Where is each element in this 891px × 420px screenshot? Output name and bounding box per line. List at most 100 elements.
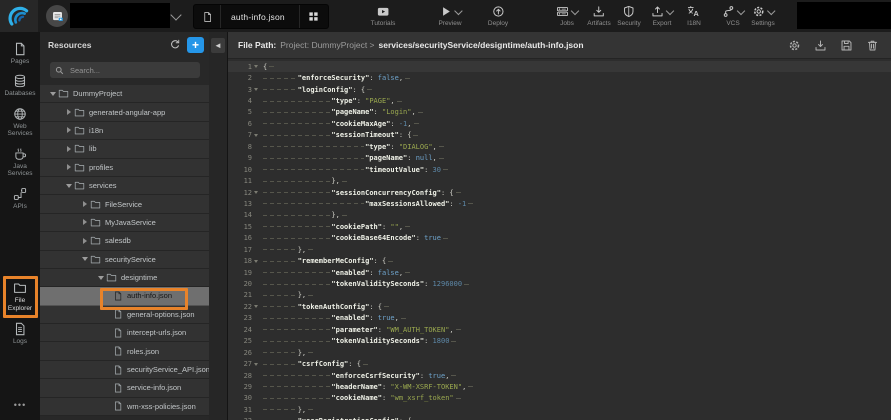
chevron-collapsed-icon[interactable]: [64, 127, 73, 133]
chevron-expanded-icon[interactable]: [96, 276, 105, 280]
line-number: 12: [228, 189, 260, 197]
tree-row-profiles[interactable]: profiles: [40, 159, 210, 177]
chevron-collapsed-icon[interactable]: [80, 238, 89, 244]
code-line: 2"enforceSecurity": false,: [228, 72, 891, 83]
sidebar-item-file-explorer[interactable]: File Explorer: [3, 281, 37, 312]
tree-row-fileservice[interactable]: FileService: [40, 195, 210, 213]
tree-row-label: designtime: [121, 273, 157, 282]
download-file-icon[interactable]: [814, 39, 827, 52]
menu-item-jobs[interactable]: Jobs: [556, 4, 578, 27]
tree-row-dummyproject[interactable]: DummyProject: [40, 85, 210, 103]
fold-toggle-icon[interactable]: [252, 363, 260, 366]
add-resource-button[interactable]: +: [187, 37, 204, 53]
sidebar-item-java-services[interactable]: Java Services: [3, 147, 37, 178]
chevron-collapsed-icon[interactable]: [80, 201, 89, 207]
file-icon: [113, 346, 123, 356]
tab-file-name: auth-info.json: [221, 12, 299, 22]
translate-icon: A: [687, 5, 700, 18]
fold-toggle-icon[interactable]: [252, 305, 260, 308]
sidebar-item-pages[interactable]: Pages: [3, 42, 37, 65]
tree-row-generated-angular-app[interactable]: generated-angular-app: [40, 103, 210, 121]
tree-row-service-info-json[interactable]: service-info.json: [40, 379, 210, 397]
redacted-area: [797, 2, 891, 29]
tree-row-label: MyJavaService: [105, 218, 156, 227]
code-line: 5"pageName": "Login",: [228, 107, 891, 118]
menu-item-settings[interactable]: Settings: [751, 4, 775, 27]
tree-row-lib[interactable]: lib: [40, 140, 210, 158]
folder-icon: [90, 199, 101, 210]
menu-item-security[interactable]: Security: [617, 4, 640, 27]
sidebar-item-databases[interactable]: Databases: [3, 74, 37, 97]
search-input[interactable]: [68, 65, 195, 76]
code-line: 4"type": "PAGE",: [228, 95, 891, 106]
tree-row-securityservice[interactable]: securityService: [40, 251, 210, 269]
menu-item-vcs[interactable]: VCS: [722, 4, 744, 27]
chevron-collapsed-icon[interactable]: [64, 109, 73, 115]
dashboard-grid-icon[interactable]: [299, 5, 328, 28]
release-notes-button[interactable]: [46, 5, 68, 27]
chevron-expanded-icon[interactable]: [48, 92, 57, 96]
tree-row-i18n[interactable]: i18n: [40, 122, 210, 140]
code-area[interactable]: 1{2"enforceSecurity": false,3"loginConfi…: [228, 59, 891, 420]
code-line: 29"headerName": "X-WM-XSRF-TOKEN",: [228, 381, 891, 392]
refresh-button[interactable]: [168, 38, 182, 52]
chevron-expanded-icon[interactable]: [80, 257, 89, 261]
coffee-icon: [13, 147, 27, 161]
sidebar-item-logs[interactable]: Logs: [3, 322, 37, 345]
code-line: 19"enabled": false,: [228, 267, 891, 278]
fold-toggle-icon[interactable]: [252, 88, 260, 91]
chevron-collapsed-icon[interactable]: [64, 146, 73, 152]
tree-row-salesdb[interactable]: salesdb: [40, 232, 210, 250]
code-line: 21},: [228, 290, 891, 301]
tree-row-label: profiles: [89, 163, 113, 172]
search-box[interactable]: [50, 62, 200, 78]
chevron-collapsed-icon[interactable]: [64, 164, 73, 170]
tree-row-label: intercept-urls.json: [127, 328, 186, 337]
tree-row-services[interactable]: services: [40, 177, 210, 195]
folder-icon: [90, 235, 101, 246]
tree-row-label: roles.json: [127, 347, 159, 356]
tree-row-intercept-urls-json[interactable]: intercept-urls.json: [40, 324, 210, 342]
tree-row-wm-xss-policies-json[interactable]: wm-xss-policies.json: [40, 398, 210, 416]
app-logo[interactable]: [0, 0, 38, 32]
panel-scroll-strip[interactable]: [209, 32, 227, 420]
database-icon: [13, 74, 27, 88]
menu-item-artifacts[interactable]: Artifacts: [587, 4, 610, 27]
logs-icon: [13, 322, 27, 336]
sidebar-item-apis[interactable]: APIs: [3, 187, 37, 210]
chevron-expanded-icon[interactable]: [64, 184, 73, 188]
chevron-collapsed-icon[interactable]: [80, 219, 89, 225]
tree-row-roles-json[interactable]: roles.json: [40, 342, 210, 360]
menu-item-export[interactable]: Export: [651, 4, 673, 27]
open-file-tab[interactable]: auth-info.json: [193, 4, 329, 29]
tree-row-securityservice-api-json[interactable]: securityService_API.json: [40, 361, 210, 379]
line-number: 13: [228, 200, 260, 208]
editor-settings-gear-icon[interactable]: [788, 39, 801, 52]
code-line: 10"timeoutValue": 30: [228, 164, 891, 175]
menu-item-tutorials[interactable]: Tutorials: [371, 4, 396, 27]
sidebar-more-button[interactable]: •••: [14, 400, 26, 410]
code-line: 20"tokenValiditySeconds": 1296000: [228, 278, 891, 289]
sidebar-item-web-services[interactable]: Web Services: [3, 107, 37, 138]
code-line: 7"sessionTimeout": {: [228, 130, 891, 141]
save-file-icon[interactable]: [840, 39, 853, 52]
folder-icon: [90, 254, 101, 265]
chevron-down-icon[interactable]: [170, 9, 181, 20]
tree-row-designtime[interactable]: designtime: [40, 269, 210, 287]
menu-item-i18n[interactable]: AI18N: [687, 4, 701, 27]
tree-row-myjavaservice[interactable]: MyJavaService: [40, 214, 210, 232]
deploy-upload-icon: [491, 5, 504, 18]
delete-file-icon[interactable]: [866, 39, 879, 52]
download-icon: [592, 5, 605, 18]
fold-toggle-icon[interactable]: [252, 191, 260, 194]
fold-toggle-icon[interactable]: [252, 260, 260, 263]
tree-row-auth-info-json[interactable]: auth-info.json: [40, 287, 210, 305]
chevron-down-icon: [454, 6, 462, 14]
menu-item-deploy[interactable]: Deploy: [488, 4, 508, 27]
collapse-panel-button[interactable]: ◄: [211, 38, 225, 53]
fold-toggle-icon[interactable]: [252, 65, 260, 68]
tree-row-general-options-json[interactable]: general-options.json: [40, 306, 210, 324]
menu-item-preview[interactable]: Preview: [438, 4, 461, 27]
tree-row-label: service-info.json: [127, 383, 181, 392]
fold-toggle-icon[interactable]: [252, 134, 260, 137]
